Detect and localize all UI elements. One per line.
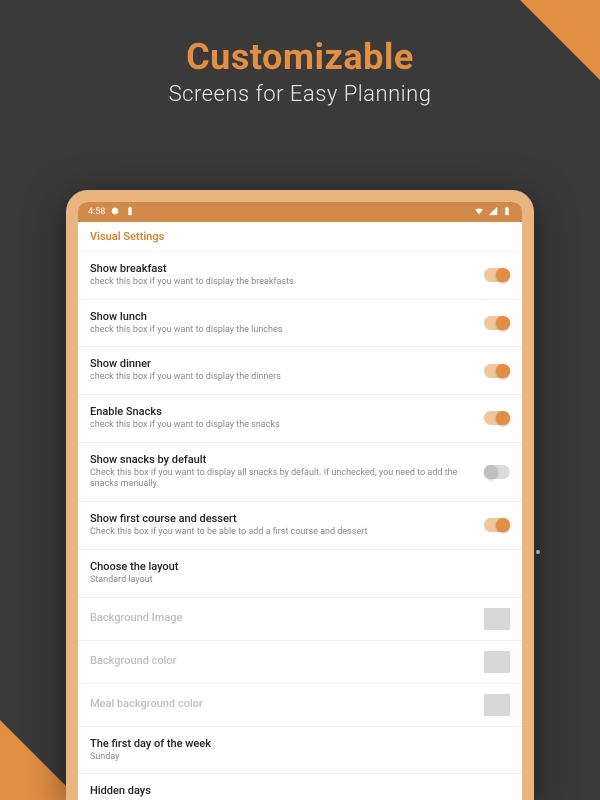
setting-title: Enable Snacks <box>90 405 474 418</box>
setting-text: Show first course and dessert Check this … <box>90 512 474 539</box>
setting-title: Choose the layout <box>90 560 510 573</box>
alarm-icon <box>110 206 120 219</box>
setting-subtitle: Sunday <box>90 752 510 764</box>
setting-row[interactable]: Show snacks by default Check this box if … <box>78 443 522 502</box>
setting-subtitle: check this box if you want to display th… <box>90 372 474 384</box>
setting-text: Enable Snacks check this box if you want … <box>90 405 474 432</box>
decorative-corner-top-right <box>520 0 600 80</box>
setting-subtitle: check this box if you want to display th… <box>90 277 474 289</box>
toggle-knob <box>484 465 498 479</box>
promo-header: Customizable Screens for Easy Planning <box>0 0 600 107</box>
setting-title: Background color <box>90 654 474 667</box>
tablet-button <box>536 550 540 554</box>
setting-title: The first day of the week <box>90 737 510 750</box>
setting-row[interactable]: Show lunch check this box if you want to … <box>78 300 522 348</box>
screen-title: Visual Settings <box>90 230 164 243</box>
toggle-switch[interactable] <box>484 316 510 330</box>
toggle-knob <box>496 411 510 425</box>
setting-row[interactable]: Background color <box>78 641 522 684</box>
setting-title: Hidden days <box>90 784 510 797</box>
setting-text: Background Image <box>90 611 474 626</box>
setting-title: Show lunch <box>90 310 474 323</box>
setting-text: Choose the layout Standard layout <box>90 560 510 587</box>
setting-subtitle: Check this box if you want to display al… <box>90 468 474 491</box>
status-bar: 4:58 <box>78 202 522 222</box>
toggle-knob <box>496 364 510 378</box>
setting-title: Background Image <box>90 611 474 624</box>
status-time: 4:58 <box>88 207 105 217</box>
setting-row[interactable]: Show dinner check this box if you want to… <box>78 347 522 395</box>
setting-title: Show breakfast <box>90 262 474 275</box>
setting-title: Show first course and dessert <box>90 512 474 525</box>
setting-text: Meal background color <box>90 697 474 712</box>
setting-title: Meal background color <box>90 697 474 710</box>
setting-text: Background color <box>90 654 474 669</box>
settings-list[interactable]: Show breakfast check this box if you want… <box>78 252 522 800</box>
promo-subtitle: Screens for Easy Planning <box>0 82 600 107</box>
toggle-knob <box>496 518 510 532</box>
setting-title: Show dinner <box>90 357 474 370</box>
setting-subtitle: check this box if you want to display th… <box>90 325 474 337</box>
setting-row[interactable]: Background Image <box>78 598 522 641</box>
setting-text: Hidden days <box>90 784 510 799</box>
toggle-switch[interactable] <box>484 518 510 532</box>
toggle-switch[interactable] <box>484 364 510 378</box>
tablet-screen: 4:58 Visual Setti <box>78 202 522 800</box>
setting-text: The first day of the week Sunday <box>90 737 510 764</box>
toggle-knob <box>496 268 510 282</box>
toggle-switch[interactable] <box>484 268 510 282</box>
color-swatch[interactable] <box>484 694 510 716</box>
setting-text: Show dinner check this box if you want to… <box>90 357 474 384</box>
setting-row[interactable]: Hidden days <box>78 774 522 800</box>
battery-saver-icon <box>125 206 135 219</box>
setting-text: Show lunch check this box if you want to … <box>90 310 474 337</box>
setting-row[interactable]: Enable Snacks check this box if you want … <box>78 395 522 443</box>
setting-row[interactable]: Show breakfast check this box if you want… <box>78 252 522 300</box>
app-bar: Visual Settings <box>78 222 522 252</box>
toggle-switch[interactable] <box>484 411 510 425</box>
setting-subtitle: Standard layout <box>90 575 510 587</box>
signal-icon <box>488 206 498 219</box>
setting-title: Show snacks by default <box>90 453 474 466</box>
color-swatch[interactable] <box>484 608 510 630</box>
toggle-switch[interactable] <box>484 465 510 479</box>
setting-text: Show breakfast check this box if you want… <box>90 262 474 289</box>
setting-subtitle: check this box if you want to display th… <box>90 420 474 432</box>
toggle-knob <box>496 316 510 330</box>
setting-row[interactable]: Meal background color <box>78 684 522 727</box>
color-swatch[interactable] <box>484 651 510 673</box>
wifi-icon <box>474 206 484 219</box>
setting-text: Show snacks by default Check this box if … <box>90 453 474 491</box>
promo-title: Customizable <box>0 36 600 78</box>
tablet-frame: 4:58 Visual Setti <box>66 190 534 800</box>
battery-icon <box>502 206 512 219</box>
setting-subtitle: Check this box if you want to be able to… <box>90 527 474 539</box>
setting-row[interactable]: The first day of the week Sunday <box>78 727 522 775</box>
setting-row[interactable]: Choose the layout Standard layout <box>78 550 522 598</box>
setting-row[interactable]: Show first course and dessert Check this … <box>78 502 522 550</box>
